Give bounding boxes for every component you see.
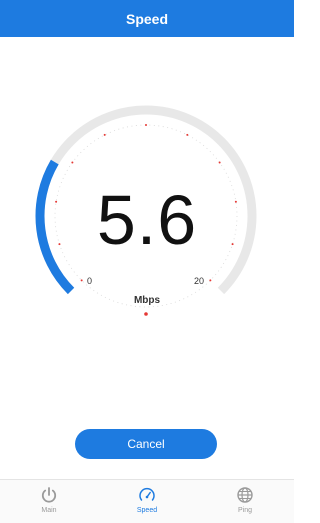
tab-bar: Main Speed Ping <box>0 479 294 523</box>
speed-value: 5.6 <box>96 181 198 259</box>
tab-speed[interactable]: Speed <box>98 480 196 523</box>
gauge-tick-mark <box>186 133 189 136</box>
page-title: Speed <box>125 10 168 27</box>
tab-speed-label: Speed <box>136 507 158 514</box>
globe-icon <box>237 487 253 503</box>
app-header: Speed <box>0 0 294 37</box>
tab-main-label: Main <box>41 507 57 514</box>
gauge-tick-mark <box>209 279 212 282</box>
gauge-tick-mark <box>218 161 221 164</box>
tab-ping-label: Ping <box>237 507 252 514</box>
scale-max-label: 20 <box>194 276 205 286</box>
gauge-tick-mark <box>145 124 147 126</box>
gauge-tick-mark <box>80 279 83 282</box>
speedometer-icon <box>139 487 155 501</box>
power-icon <box>41 487 57 503</box>
tab-ping[interactable]: Ping <box>196 480 294 523</box>
scale-min-label: 0 <box>87 276 93 286</box>
gauge-tick-mark <box>71 161 74 164</box>
gauge-indicator-dot <box>144 312 148 316</box>
tab-main[interactable]: Main <box>0 480 98 523</box>
gauge-tick-mark <box>103 133 106 136</box>
speed-unit: Mbps <box>133 295 161 306</box>
cancel-button[interactable]: Cancel <box>75 429 217 459</box>
